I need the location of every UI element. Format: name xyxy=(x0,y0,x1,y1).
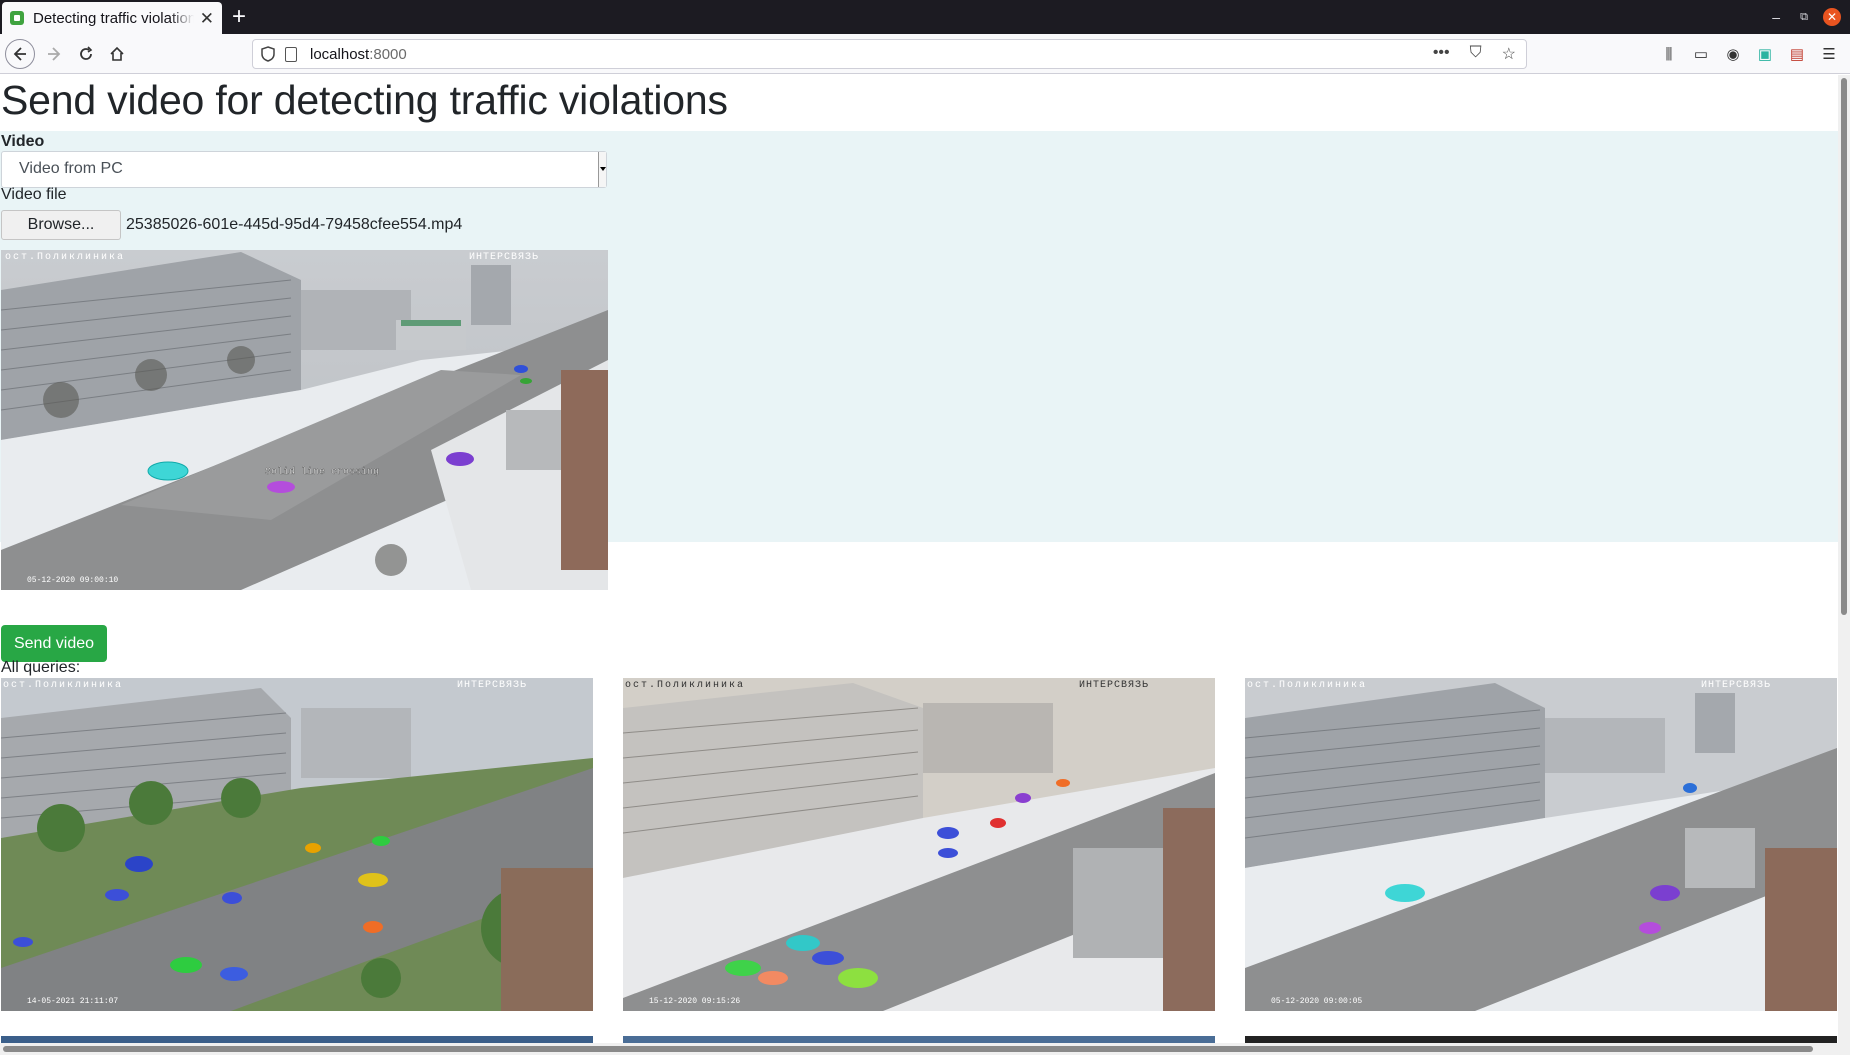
site-favicon-icon xyxy=(10,11,24,25)
hamburger-menu-icon[interactable]: ☰ xyxy=(1820,45,1838,63)
reload-icon[interactable] xyxy=(72,40,100,68)
minimize-icon[interactable]: – xyxy=(1772,0,1780,34)
camera-label: ост.Поликлиника xyxy=(5,252,125,263)
query-thumbnail[interactable]: ост.Поликлиника ИНТЕРСВЯЗЬ 14-05-2021 21… xyxy=(1,678,593,1011)
new-tab-plus-icon[interactable]: + xyxy=(232,3,246,31)
camera-brand: ИНТЕРСВЯЗЬ xyxy=(457,680,527,691)
url-host: localhost xyxy=(310,45,370,63)
camera-label: ост.Поликлиника xyxy=(3,680,123,691)
browser-navigation-bar: localhost :8000 ••• ⛉ ☆ ⫼ ▭ ◉ ▣ ▤ ☰ xyxy=(0,34,1850,74)
preview-timestamp: 05-12-2020 09:00:10 xyxy=(27,576,118,585)
bookmark-star-icon[interactable]: ☆ xyxy=(1502,44,1516,64)
tab-title: Detecting traffic violations xyxy=(33,9,194,27)
browser-tab-bar: Detecting traffic violations ✕ + – ⧉ ✕ xyxy=(0,0,1850,34)
camera-label: ост.Поликлиника xyxy=(625,680,745,691)
query-timestamp: 14-05-2021 21:11:07 xyxy=(27,997,118,1006)
vertical-scrollbar-thumb[interactable] xyxy=(1841,78,1847,615)
home-icon[interactable] xyxy=(103,40,131,68)
address-bar[interactable]: localhost :8000 ••• ⛉ ☆ xyxy=(252,39,1527,69)
account-icon[interactable]: ◉ xyxy=(1724,45,1742,63)
camera-brand: ИНТЕРСВЯЗЬ xyxy=(1079,680,1149,691)
selected-file-name: 25385026-601e-445d-95d4-79458cfee554.mp4 xyxy=(126,216,463,233)
upload-form: Video Video from PC Video file Browse...… xyxy=(0,131,1838,590)
pocket-icon[interactable]: ⛉ xyxy=(1470,44,1482,64)
restore-icon[interactable]: ⧉ xyxy=(1800,0,1808,34)
video-label: Video xyxy=(1,133,45,150)
library-icon[interactable]: ⫼ xyxy=(1660,45,1678,63)
all-queries-label: All queries: xyxy=(1,659,81,676)
query-timestamp: 05-12-2020 09:00:05 xyxy=(1271,997,1362,1006)
query-thumbnail[interactable] xyxy=(623,1036,1215,1043)
query-thumbnail[interactable]: ост.Поликлиника ИНТЕРСВЯЗЬ 05-12-2020 09… xyxy=(1245,678,1837,1011)
page-viewport: Send video for detecting traffic violati… xyxy=(0,75,1838,1043)
extension-icon[interactable]: ▣ xyxy=(1756,45,1774,63)
query-thumbnail[interactable] xyxy=(1245,1036,1837,1043)
page-info-icon[interactable] xyxy=(285,46,297,62)
video-source-select[interactable]: Video from PC xyxy=(1,151,607,188)
back-arrow-icon[interactable] xyxy=(5,39,35,69)
browser-tab[interactable]: Detecting traffic violations ✕ xyxy=(2,2,222,34)
violation-label: Solid line crossing xyxy=(265,466,379,478)
page-actions-menu-icon[interactable]: ••• xyxy=(1433,44,1450,64)
horizontal-scrollbar[interactable] xyxy=(0,1043,1850,1055)
video-file-label: Video file xyxy=(1,186,67,203)
query-thumbnail[interactable]: ост.Поликлиника ИНТЕРСВЯЗЬ 15-12-2020 09… xyxy=(623,678,1215,1011)
sidebar-icon[interactable]: ▭ xyxy=(1692,45,1710,63)
page-title: Send video for detecting traffic violati… xyxy=(1,77,728,123)
chevron-down-icon[interactable] xyxy=(598,152,606,187)
video-preview[interactable]: Solid line crossing ост.Поликлиника ИНТЕ… xyxy=(1,250,608,590)
query-thumbnail[interactable] xyxy=(1,1036,593,1043)
browse-button[interactable]: Browse... xyxy=(1,210,121,240)
camera-label: ост.Поликлиника xyxy=(1247,680,1367,691)
tab-close-icon[interactable]: ✕ xyxy=(200,10,214,27)
query-timestamp: 15-12-2020 09:15:26 xyxy=(649,997,740,1006)
window-close-icon[interactable]: ✕ xyxy=(1823,8,1841,26)
print-icon[interactable]: ▤ xyxy=(1788,45,1806,63)
camera-brand: ИНТЕРСВЯЗЬ xyxy=(1701,680,1771,691)
url-port: :8000 xyxy=(369,45,407,63)
camera-brand: ИНТЕРСВЯЗЬ xyxy=(469,252,539,263)
vertical-scrollbar[interactable] xyxy=(1838,75,1850,1043)
video-source-value: Video from PC xyxy=(19,160,123,177)
forward-arrow-icon[interactable] xyxy=(40,40,68,68)
send-video-button[interactable]: Send video xyxy=(1,625,107,662)
tracking-protection-shield-icon[interactable] xyxy=(261,46,275,62)
horizontal-scrollbar-thumb[interactable] xyxy=(3,1046,1813,1052)
